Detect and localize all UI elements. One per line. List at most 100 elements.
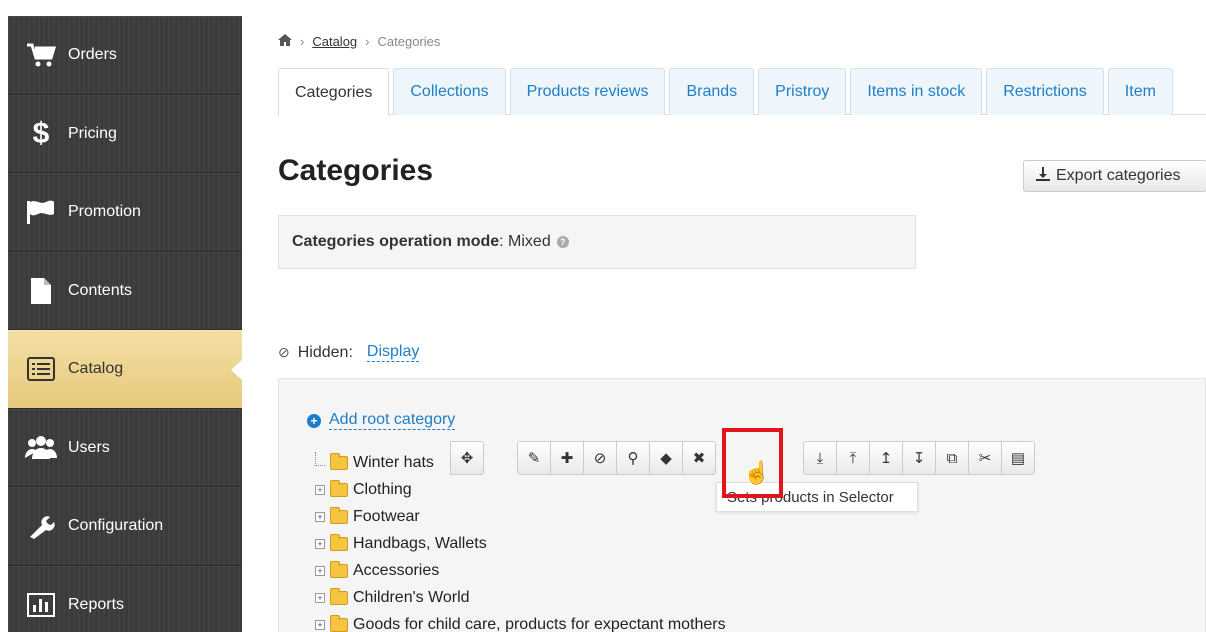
download-icon: ⤓ bbox=[816, 449, 824, 467]
tree-item-label: Accessories bbox=[353, 561, 440, 579]
search-button[interactable]: ⚲ bbox=[616, 441, 650, 475]
sidebar-item-label: Catalog bbox=[68, 360, 124, 378]
sidebar-item-label: Reports bbox=[68, 595, 125, 613]
sidebar: Orders $ Pricing Promotion Contents Cata… bbox=[8, 16, 243, 632]
sidebar-item-label: Orders bbox=[68, 46, 117, 64]
pencil-icon: ✎ bbox=[527, 450, 541, 467]
tab-items-in-stock[interactable]: Items in stock bbox=[850, 68, 983, 115]
file-icon bbox=[20, 276, 62, 306]
move-icon: ✥ bbox=[460, 450, 474, 467]
app-root: Orders $ Pricing Promotion Contents Cata… bbox=[0, 0, 1206, 632]
help-icon[interactable]: ? bbox=[556, 236, 569, 248]
tab-collections[interactable]: Collections bbox=[393, 68, 506, 115]
folder-icon bbox=[330, 587, 348, 605]
paste-button[interactable]: ▤ bbox=[1001, 441, 1035, 475]
edit-toolbar: ✎ ✚ ⊘ ⚲ ◆ ✖ bbox=[517, 441, 716, 475]
search-icon: ⚲ bbox=[627, 450, 639, 467]
folder-icon bbox=[330, 560, 348, 578]
tree-item[interactable]: + Handbags, Wallets bbox=[315, 530, 726, 557]
display-link[interactable]: Display bbox=[366, 343, 420, 362]
tree-item[interactable]: + Accessories bbox=[315, 557, 726, 584]
selector-tag-button[interactable]: ◆ bbox=[649, 441, 683, 475]
add-root-category-button[interactable]: + Add root category bbox=[307, 411, 456, 430]
expand-icon[interactable]: + bbox=[315, 592, 325, 603]
copy-button[interactable]: ⧉ bbox=[935, 441, 969, 475]
sidebar-item-label: Pricing bbox=[68, 124, 117, 142]
tree-item-label: Winter hats bbox=[353, 453, 434, 471]
upload-icon: ⤒ bbox=[849, 449, 857, 467]
edit-button[interactable]: ✎ bbox=[517, 441, 551, 475]
add-root-category-label: Add root category bbox=[329, 411, 456, 430]
add-child-button[interactable]: ✚ bbox=[550, 441, 584, 475]
tree-item-label: Goods for child care, products for expec… bbox=[353, 615, 726, 632]
download-icon bbox=[1036, 166, 1050, 186]
delete-button[interactable]: ✖ bbox=[682, 441, 716, 475]
users-icon bbox=[20, 433, 62, 463]
tab-restrictions[interactable]: Restrictions bbox=[986, 68, 1104, 115]
tab-categories[interactable]: Categories bbox=[278, 68, 390, 116]
sidebar-item-configuration[interactable]: Configuration bbox=[8, 487, 242, 566]
arrow-up-icon: ↥ bbox=[879, 450, 893, 467]
bar-chart-icon bbox=[20, 590, 62, 620]
tag-icon: ◆ bbox=[660, 450, 672, 467]
breadcrumb: › Catalog › Categories bbox=[278, 34, 440, 49]
tab-brands[interactable]: Brands bbox=[669, 68, 755, 115]
export-button[interactable]: ⤒ bbox=[836, 441, 870, 475]
move-down-button[interactable]: ↧ bbox=[902, 441, 936, 475]
move-button[interactable]: ✥ bbox=[450, 441, 484, 475]
tab-pristroy[interactable]: Pristroy bbox=[758, 68, 847, 115]
export-categories-button[interactable]: Export categories bbox=[1023, 160, 1206, 192]
sidebar-item-promotion[interactable]: Promotion bbox=[8, 173, 242, 252]
tree-item[interactable]: + Clothing bbox=[315, 476, 726, 503]
tree-item[interactable]: + Goods for child care, products for exp… bbox=[315, 611, 726, 632]
breadcrumb-catalog-link[interactable]: Catalog bbox=[312, 34, 357, 49]
tab-products-reviews[interactable]: Products reviews bbox=[509, 68, 666, 115]
dollar-icon: $ bbox=[32, 116, 50, 150]
flag-icon bbox=[20, 197, 62, 227]
import-button[interactable]: ⤓ bbox=[803, 441, 837, 475]
tree-item-label: Footwear bbox=[353, 507, 420, 525]
expand-icon[interactable]: + bbox=[315, 484, 325, 495]
expand-icon[interactable]: + bbox=[315, 619, 325, 630]
sidebar-item-reports[interactable]: Reports bbox=[8, 565, 242, 632]
cut-icon: ✂ bbox=[978, 450, 992, 467]
expand-icon[interactable]: + bbox=[315, 565, 325, 576]
category-tree-panel: + Add root category Winter hats + Clothi… bbox=[278, 378, 1206, 632]
tree-item[interactable]: + Children's World bbox=[315, 584, 726, 611]
sidebar-item-orders[interactable]: Orders bbox=[8, 16, 242, 95]
tree-connector bbox=[315, 451, 325, 466]
cut-button[interactable]: ✂ bbox=[968, 441, 1002, 475]
operation-mode-label: Categories operation mode bbox=[292, 233, 500, 250]
list-icon bbox=[20, 354, 62, 384]
close-icon: ✖ bbox=[692, 450, 706, 467]
expand-icon[interactable]: + bbox=[315, 511, 325, 522]
wrench-icon bbox=[20, 511, 62, 541]
tree-item-label: Clothing bbox=[353, 480, 412, 498]
eye-slash-icon: ⊘ bbox=[593, 450, 607, 467]
breadcrumb-current: Categories bbox=[377, 34, 441, 49]
sidebar-item-users[interactable]: Users bbox=[8, 408, 242, 487]
hidden-toggle-row: ⊘ Hidden: Display bbox=[278, 343, 420, 362]
sidebar-item-label: Users bbox=[68, 438, 110, 456]
sidebar-item-catalog[interactable]: Catalog bbox=[8, 330, 243, 409]
home-icon[interactable] bbox=[278, 34, 292, 49]
tree-item[interactable]: + Footwear bbox=[315, 503, 726, 530]
sidebar-item-contents[interactable]: Contents bbox=[8, 251, 242, 330]
sidebar-item-pricing[interactable]: $ Pricing bbox=[8, 94, 242, 173]
hidden-label: Hidden: bbox=[297, 343, 353, 361]
folder-icon bbox=[330, 452, 348, 470]
move-up-button[interactable]: ↥ bbox=[869, 441, 903, 475]
eye-slash-icon: ⊘ bbox=[278, 344, 290, 360]
tab-item[interactable]: Item bbox=[1107, 68, 1173, 115]
expand-icon[interactable]: + bbox=[315, 538, 325, 549]
folder-icon bbox=[330, 479, 348, 497]
plus-circle-icon: + bbox=[307, 413, 321, 428]
transfer-toolbar: ⤓ ⤒ ↥ ↧ ⧉ ✂ ▤ bbox=[803, 441, 1035, 475]
arrow-down-icon: ↧ bbox=[912, 450, 926, 467]
sidebar-item-label: Contents bbox=[68, 281, 133, 299]
breadcrumb-separator: › bbox=[365, 34, 370, 49]
tree-item-label: Children's World bbox=[353, 588, 470, 606]
hide-button[interactable]: ⊘ bbox=[583, 441, 617, 475]
plus-icon: ✚ bbox=[560, 450, 574, 467]
page-title: Categories bbox=[278, 154, 434, 187]
